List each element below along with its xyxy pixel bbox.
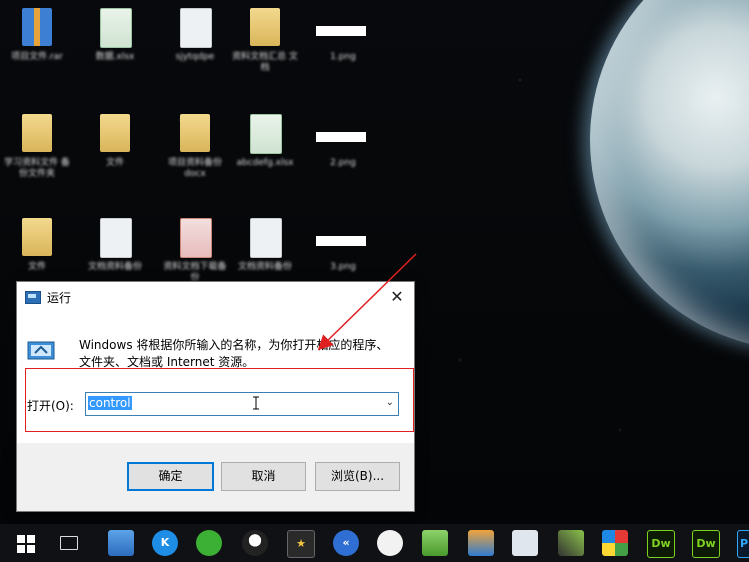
cube-app-icon[interactable] (468, 530, 494, 556)
wechat-icon[interactable] (196, 530, 222, 556)
star-app-icon[interactable]: ★ (287, 530, 315, 558)
task-view-icon[interactable] (60, 536, 78, 550)
qq-icon[interactable] (242, 530, 268, 556)
annotation-arrow (317, 253, 417, 351)
photoshop-icon[interactable]: P (737, 530, 749, 558)
tiles-app-icon[interactable] (602, 530, 628, 556)
dreamweaver-icon[interactable]: Dw (647, 530, 675, 558)
monitor-app-icon[interactable] (512, 530, 538, 556)
taskbar: K ★ « Dw Dw P (0, 524, 749, 562)
tool-app-icon[interactable] (558, 530, 584, 556)
start-button[interactable] (13, 530, 39, 556)
notes-app-icon[interactable] (422, 530, 448, 556)
browser-app-icon[interactable]: « (333, 530, 359, 556)
kugou-icon[interactable]: K (152, 530, 178, 556)
computer-app-icon[interactable] (108, 530, 134, 556)
chat-bubble-icon[interactable] (377, 530, 403, 556)
dreamweaver-2-icon[interactable]: Dw (692, 530, 720, 558)
